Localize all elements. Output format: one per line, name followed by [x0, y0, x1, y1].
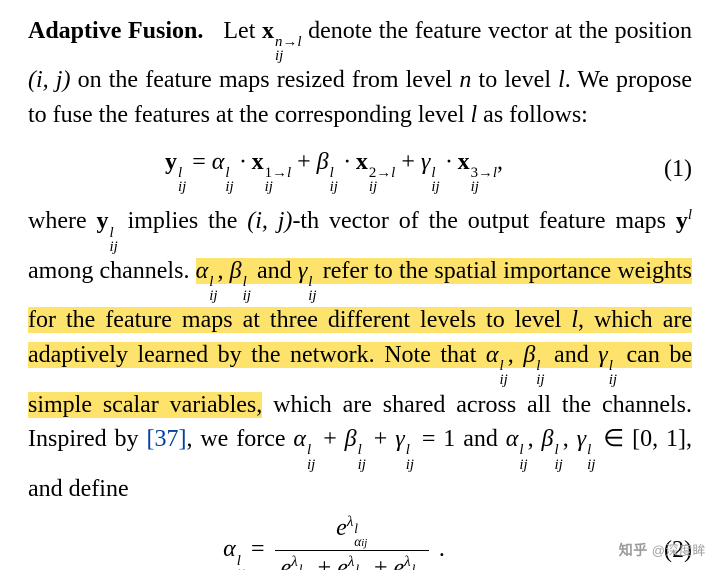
equation-1-body: ylij = αlij · x1→lij + βlij · x2→lij + γ… [28, 145, 640, 194]
citation-37[interactable]: [37] [146, 426, 186, 452]
text: as follows: [477, 102, 588, 128]
text: = 1 [414, 426, 455, 452]
equation-1-number: (1) [640, 152, 692, 187]
paragraph-body: where ylij implies the (i, j)-th vector … [28, 204, 692, 506]
text: Let [223, 18, 262, 44]
text: and [455, 426, 505, 452]
paper-excerpt: Adaptive Fusion. Let xn→lij denote the f… [0, 0, 720, 570]
equation-2: αlij = eλlαij eλlαij + eλlβij + eλlγij .… [28, 513, 692, 570]
text: implies the [118, 208, 248, 234]
text: on the feature maps resized from level [70, 67, 459, 93]
paragraph-intro: Adaptive Fusion. Let xn→lij denote the f… [28, 14, 692, 133]
section-title: Adaptive Fusion. [28, 18, 203, 44]
text: denote the feature vector at the positio… [301, 18, 692, 44]
equation-1: ylij = αlij · x1→lij + βlij · x2→lij + γ… [28, 145, 692, 194]
sym-ij2: (i, j) [247, 208, 292, 234]
text: among channels. [28, 258, 196, 284]
equation-2-number: (2) [640, 533, 692, 568]
text: , we force [186, 426, 293, 452]
text: ∈ [0, 1] [595, 426, 686, 452]
sym-ij: (i, j) [28, 67, 70, 93]
sym-x-nl: xn→lij [262, 18, 301, 44]
sym-y-l: yl [676, 208, 692, 234]
sym-n: n [459, 67, 471, 93]
text: to level [471, 67, 558, 93]
text: -th vector of the output feature maps [292, 208, 675, 234]
sym-y-lij: ylij [96, 208, 117, 234]
sym-l: l [558, 67, 565, 93]
equation-2-body: αlij = eλlαij eλlαij + eλlβij + eλlγij . [28, 513, 640, 570]
text: where [28, 208, 96, 234]
